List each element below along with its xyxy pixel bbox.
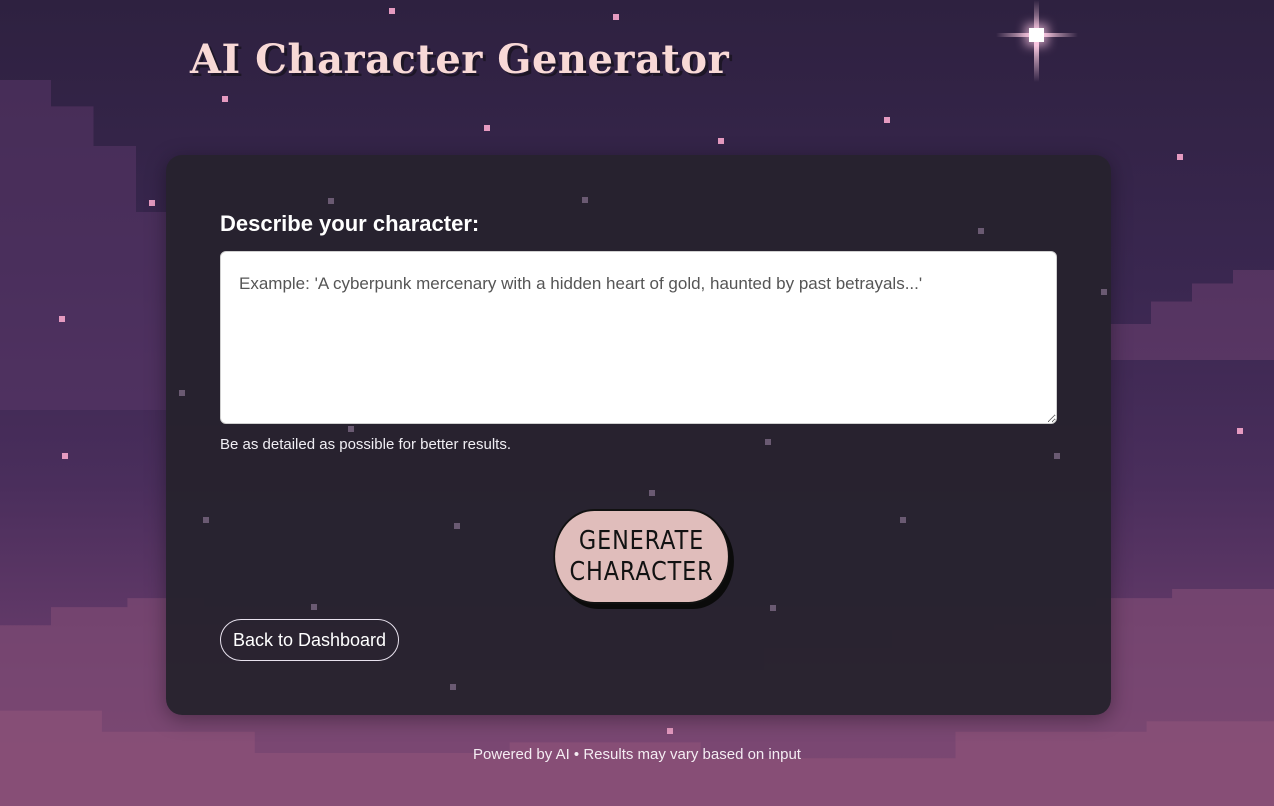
star-decoration <box>900 517 906 523</box>
star-decoration <box>328 198 334 204</box>
star-decoration <box>884 117 890 123</box>
star-decoration <box>62 453 68 459</box>
star-decoration <box>454 523 460 529</box>
star-decoration <box>389 8 395 14</box>
star-decoration <box>582 197 588 203</box>
background-cloud <box>0 80 170 410</box>
star-decoration <box>1101 289 1107 295</box>
star-decoration <box>484 125 490 131</box>
star-decoration <box>978 228 984 234</box>
star-decoration <box>613 14 619 20</box>
sparkle-star-icon <box>996 0 1078 82</box>
generate-character-button[interactable]: GENERATE CHARACTER <box>553 509 730 604</box>
star-decoration <box>222 96 228 102</box>
generator-card: Describe your character: Be as detailed … <box>166 155 1111 715</box>
description-hint: Be as detailed as possible for better re… <box>220 436 511 453</box>
background-cloud <box>1110 270 1274 360</box>
star-decoration <box>765 439 771 445</box>
star-decoration <box>649 490 655 496</box>
page-title: AI Character Generator <box>190 36 730 83</box>
star-decoration <box>718 138 724 144</box>
star-decoration <box>1054 453 1060 459</box>
description-label: Describe your character: <box>220 211 480 236</box>
footer-note: Powered by AI • Results may vary based o… <box>473 746 801 763</box>
star-decoration <box>667 728 673 734</box>
star-decoration <box>179 390 185 396</box>
back-to-dashboard-button[interactable]: Back to Dashboard <box>220 619 399 661</box>
star-decoration <box>348 426 354 432</box>
star-decoration <box>1237 428 1243 434</box>
star-decoration <box>59 316 65 322</box>
star-decoration <box>149 200 155 206</box>
star-decoration <box>311 604 317 610</box>
star-decoration <box>450 684 456 690</box>
star-decoration <box>770 605 776 611</box>
character-description-input[interactable] <box>220 251 1057 424</box>
star-decoration <box>203 517 209 523</box>
star-decoration <box>1177 154 1183 160</box>
